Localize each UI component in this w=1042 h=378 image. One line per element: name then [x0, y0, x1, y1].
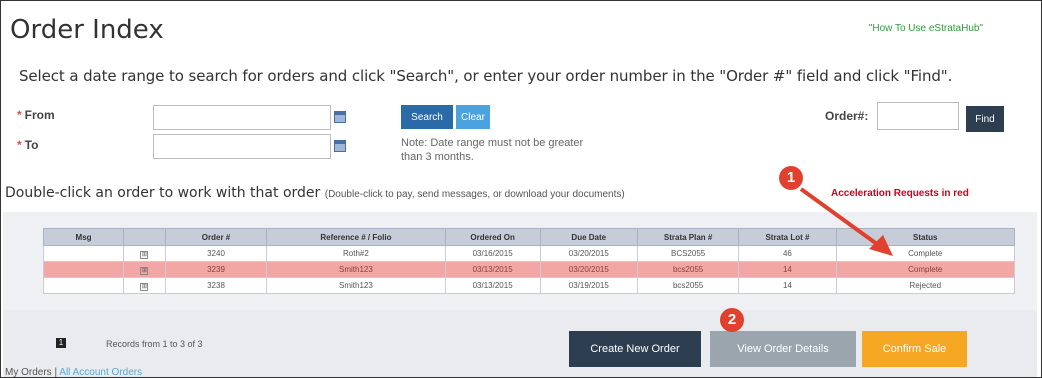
- annotation-marker-2: 2: [720, 308, 744, 332]
- arrow-head: [869, 235, 893, 256]
- arrow-line: [799, 187, 883, 249]
- order-index-page: Order Index "How To Use eStrataHub" Sele…: [0, 0, 1042, 378]
- annotation-arrow: [799, 187, 893, 256]
- annotation-marker-1: 1: [779, 166, 803, 190]
